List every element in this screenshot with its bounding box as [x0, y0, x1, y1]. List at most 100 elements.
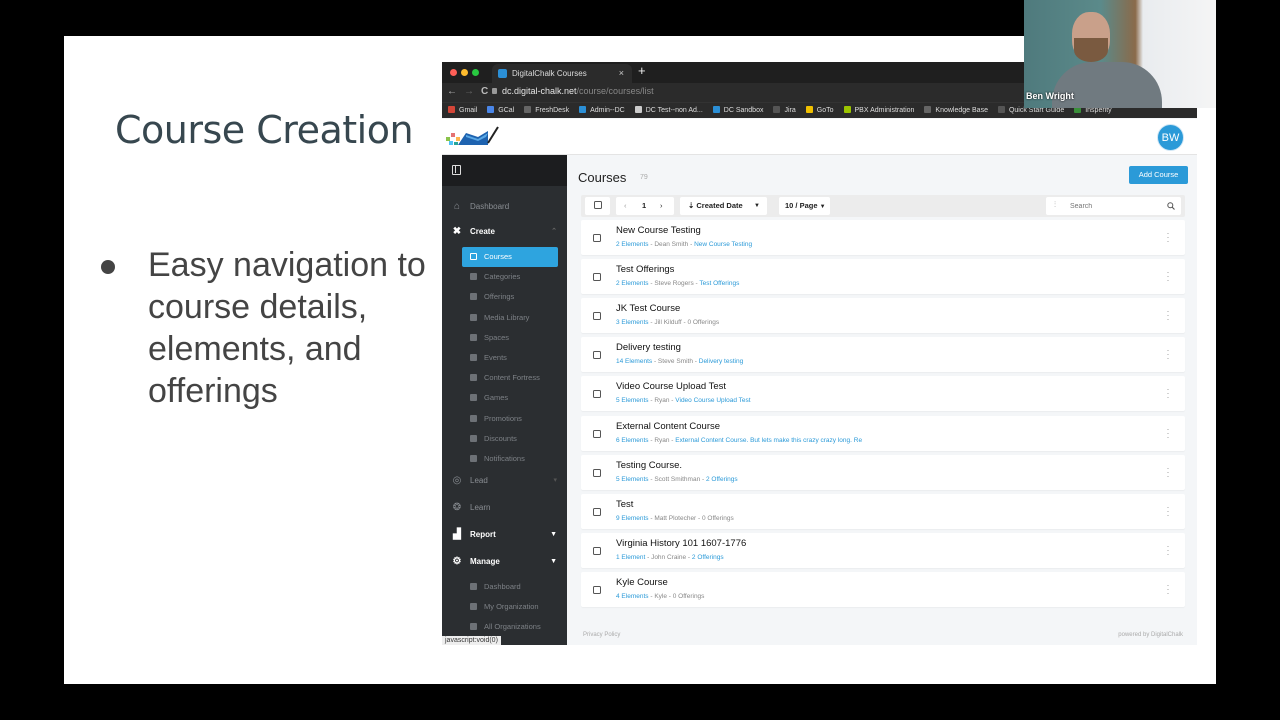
sidebar-subitem-media-library[interactable]: Media Library [442, 308, 567, 328]
sidebar-item-lead[interactable]: ◎ Lead ▾ [442, 471, 567, 491]
add-course-button[interactable]: Add Course [1129, 166, 1188, 184]
bookmark-item[interactable]: DC Sandbox [712, 103, 763, 119]
more-options-icon[interactable]: · · · [1166, 385, 1170, 402]
offerings-link[interactable]: 2 Offerings [706, 476, 738, 483]
sidebar-item-report[interactable]: ▟ Report ▼ [442, 525, 567, 545]
browser-tab[interactable]: DigitalChalk Courses × [492, 64, 632, 83]
sidebar-subitem-dashboard[interactable]: Dashboard [442, 577, 567, 597]
sidebar-subitem-all-organizations[interactable]: All Organizations [442, 617, 567, 637]
sidebar-subitem-courses[interactable]: Courses [462, 247, 558, 267]
row-checkbox[interactable] [593, 546, 601, 555]
sidebar-item-create[interactable]: ✖ Create ⌃ [442, 222, 567, 242]
course-row[interactable]: External Content Course 6 Elements - Ryan… [581, 415, 1185, 451]
close-tab-icon[interactable]: × [619, 64, 624, 83]
bookmark-item[interactable]: Jira [773, 103, 796, 119]
elements-link[interactable]: 3 Elements [616, 319, 649, 326]
elements-link[interactable]: 5 Elements [616, 397, 649, 404]
offerings-link[interactable]: Test Offerings [699, 280, 739, 287]
reload-icon[interactable]: C [481, 86, 488, 97]
course-row[interactable]: Testing Course. 5 Elements - Scott Smithm… [581, 454, 1185, 490]
row-checkbox[interactable] [593, 429, 601, 438]
user-avatar[interactable]: BW [1157, 124, 1184, 151]
course-row[interactable]: Video Course Upload Test 5 Elements - Rya… [581, 376, 1185, 412]
maximize-window-button[interactable] [472, 69, 479, 76]
sidebar-subitem-games[interactable]: Games [442, 388, 567, 408]
more-options-icon[interactable]: · · · [1166, 268, 1170, 285]
course-title[interactable]: New Course Testing [616, 225, 701, 236]
sidebar-subitem-offerings[interactable]: Offerings [442, 287, 567, 307]
sidebar-subitem-content-fortress[interactable]: Content Fortress [442, 368, 567, 388]
elements-link[interactable]: 6 Elements [616, 437, 649, 444]
row-checkbox[interactable] [593, 273, 601, 282]
course-title[interactable]: Test Offerings [616, 264, 674, 275]
elements-link[interactable]: 2 Elements [616, 241, 649, 248]
course-row[interactable]: Virginia History 101 1607-1776 1 Element … [581, 532, 1185, 568]
forward-icon[interactable]: → [464, 86, 474, 97]
course-row[interactable]: Delivery testing 14 Elements - Steve Smit… [581, 337, 1185, 373]
bookmark-item[interactable]: Admin--DC [579, 103, 625, 119]
prev-page-button[interactable]: ‹ [624, 197, 627, 215]
course-title[interactable]: Test [616, 499, 633, 510]
sidebar-subitem-events[interactable]: Events [442, 348, 567, 368]
course-title[interactable]: Testing Course. [616, 460, 682, 471]
per-page-select[interactable]: 10 / Page ▼ [779, 197, 830, 215]
sidebar-item-manage[interactable]: ⚙ Manage ▼ [442, 552, 567, 572]
next-page-button[interactable]: › [660, 197, 663, 215]
more-options-icon[interactable]: · · · [1166, 502, 1170, 519]
course-row[interactable]: Test Offerings 2 Elements - Steve Rogers … [581, 259, 1185, 295]
offerings-link[interactable]: Delivery testing [699, 358, 743, 365]
sidebar-subitem-discounts[interactable]: Discounts [442, 429, 567, 449]
offerings-link[interactable]: Video Course Upload Test [675, 397, 750, 404]
more-options-icon[interactable]: · · · [1166, 463, 1170, 480]
sort-select[interactable]: ⇣ Created Date ▼ [680, 197, 767, 215]
row-checkbox[interactable] [593, 468, 601, 477]
filter-sliders-icon[interactable]: ⫶ [1054, 200, 1056, 210]
bookmark-item[interactable]: GoTo [805, 103, 834, 119]
bookmark-item[interactable]: PBX Administration [843, 103, 914, 119]
elements-link[interactable]: 1 Element [616, 554, 645, 561]
sidebar-item-learn[interactable]: ❂ Learn [442, 498, 567, 518]
row-checkbox[interactable] [593, 351, 601, 360]
elements-link[interactable]: 14 Elements [616, 358, 652, 365]
row-checkbox[interactable] [593, 312, 601, 321]
offerings-link[interactable]: New Course Testing [694, 241, 752, 248]
elements-link[interactable]: 4 Elements [616, 593, 649, 600]
elements-link[interactable]: 5 Elements [616, 476, 649, 483]
bookmark-item[interactable]: DC Test--non Ad... [634, 103, 703, 119]
course-row[interactable]: New Course Testing 2 Elements - Dean Smit… [581, 220, 1185, 255]
search-input[interactable] [1070, 200, 1160, 212]
bookmark-item[interactable]: Knowledge Base [924, 103, 988, 119]
course-title[interactable]: Virginia History 101 1607-1776 [616, 538, 746, 549]
course-row[interactable]: JK Test Course 3 Elements - Jill Kilduff … [581, 298, 1185, 334]
search-icon[interactable] [1167, 202, 1175, 210]
row-checkbox[interactable] [593, 234, 601, 242]
sidebar-subitem-categories[interactable]: Categories [442, 267, 567, 287]
course-title[interactable]: Video Course Upload Test [616, 381, 726, 392]
url-input[interactable]: dc.digital-chalk.net/course/courses/list [502, 86, 654, 96]
new-tab-button[interactable]: + [638, 63, 646, 78]
row-checkbox[interactable] [593, 585, 601, 594]
course-row[interactable]: Test 9 Elements - Matt Plotecher - 0 Offe… [581, 493, 1185, 529]
sidebar-toggle-icon[interactable] [452, 165, 461, 175]
current-page[interactable]: 1 [642, 197, 646, 215]
sidebar-subitem-promotions[interactable]: Promotions [442, 409, 567, 429]
back-icon[interactable]: ← [447, 86, 457, 97]
minimize-window-button[interactable] [461, 69, 468, 76]
sidebar-subitem-spaces[interactable]: Spaces [442, 328, 567, 348]
more-options-icon[interactable]: · · · [1166, 580, 1170, 597]
close-window-button[interactable] [450, 69, 457, 76]
course-title[interactable]: Delivery testing [616, 342, 681, 353]
elements-link[interactable]: 2 Elements [616, 280, 649, 287]
more-options-icon[interactable]: · · · [1166, 307, 1170, 324]
bookmark-item[interactable]: GCal [487, 103, 514, 119]
more-options-icon[interactable]: · · · [1166, 424, 1170, 441]
row-checkbox[interactable] [593, 390, 601, 399]
bookmark-item[interactable]: FreshDesk [524, 103, 569, 119]
elements-link[interactable]: 9 Elements [616, 515, 649, 522]
course-title[interactable]: External Content Course [616, 421, 720, 432]
course-row[interactable]: Kyle Course 4 Elements - Kyle - 0 Offerin… [581, 571, 1185, 607]
more-options-icon[interactable]: · · · [1166, 541, 1170, 558]
offerings-link[interactable]: 2 Offerings [692, 554, 724, 561]
course-title[interactable]: Kyle Course [616, 577, 668, 588]
bookmark-item[interactable]: Gmail [448, 103, 477, 119]
